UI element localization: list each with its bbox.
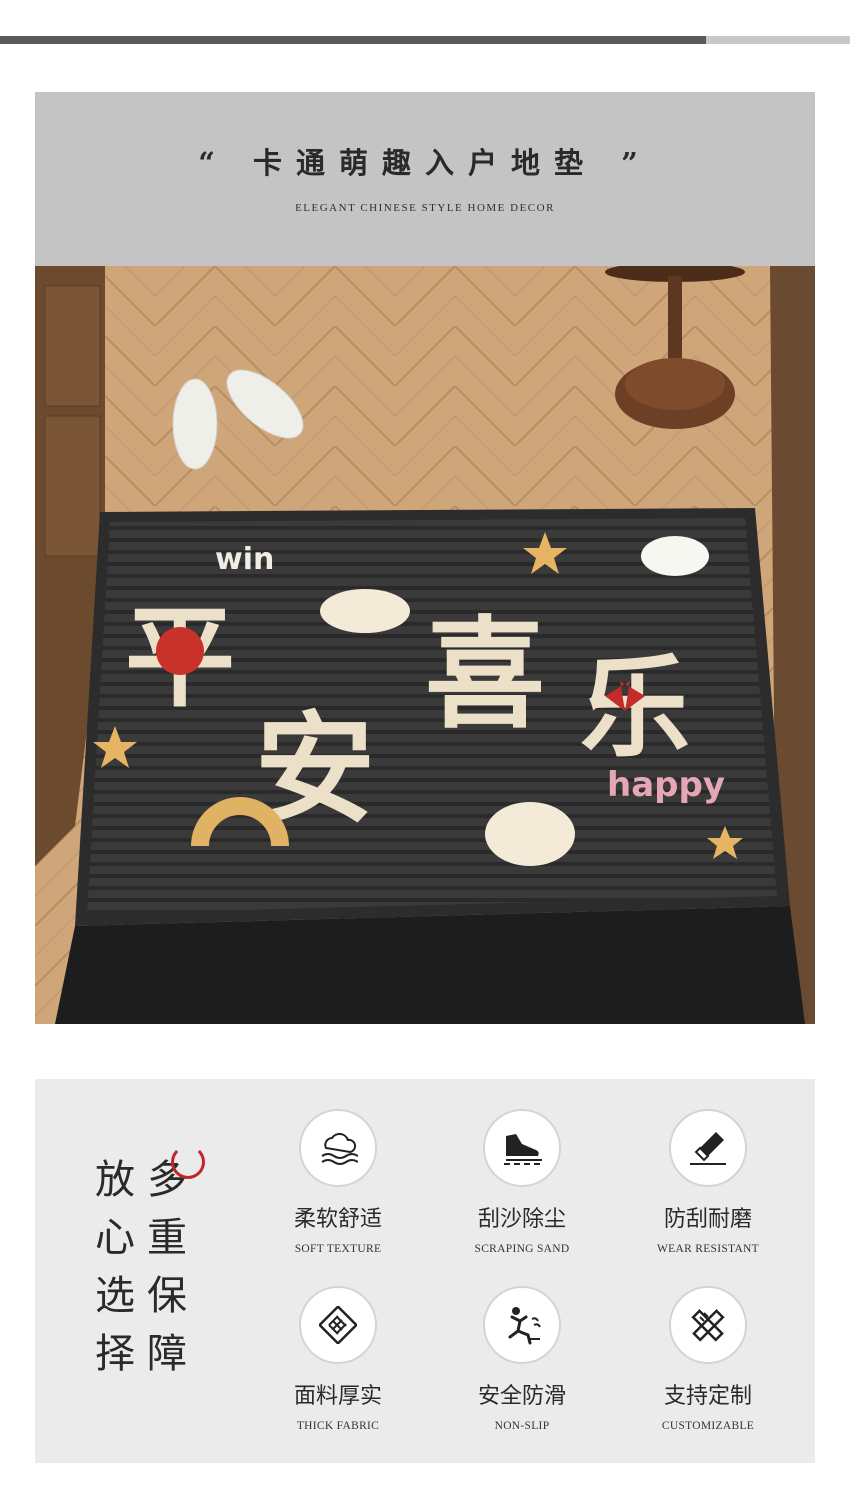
feature-scraping-sand: 刮沙除尘 SCRAPING SAND	[432, 1109, 612, 1255]
page-subtitle: ELEGANT CHINESE STYLE HOME DECOR	[295, 202, 555, 214]
feature-customizable: 支持定制 CUSTOMIZABLE	[618, 1286, 798, 1432]
feature-en-label: WEAR RESISTANT	[657, 1243, 759, 1255]
slogan-char: 障	[147, 1331, 187, 1377]
page-title: “ 卡通萌趣入户地垫 ”	[198, 146, 652, 180]
slogan-char: 心	[95, 1215, 135, 1261]
feature-cn-label: 刮沙除尘	[477, 1207, 566, 1232]
slogan-char: 保	[147, 1273, 187, 1319]
red-ring-decoration	[171, 1145, 205, 1179]
feature-cn-label: 面料厚实	[293, 1384, 382, 1409]
feature-non-slip: 安全防滑 NON-SLIP	[432, 1286, 612, 1432]
feature-en-label: CUSTOMIZABLE	[661, 1420, 755, 1432]
feature-cn-label: 支持定制	[663, 1384, 752, 1409]
mat-win-label: win	[215, 542, 274, 577]
feature-en-label: SOFT TEXTURE	[294, 1243, 382, 1255]
slogan-column-1: 放 心 选 择	[95, 1151, 143, 1383]
slogan-char: 放	[95, 1157, 135, 1203]
fabric-icon	[299, 1286, 377, 1364]
slogan-char: 选	[95, 1273, 135, 1319]
feature-cn-label: 柔软舒适	[293, 1207, 382, 1232]
feature-en-label: THICK FABRIC	[296, 1420, 380, 1432]
cloud-soft-icon	[299, 1109, 377, 1187]
feature-thick-fabric: 面料厚实 THICK FABRIC	[248, 1286, 428, 1432]
top-divider-light	[706, 36, 850, 44]
tools-icon	[669, 1286, 747, 1364]
shoe-icon	[483, 1109, 561, 1187]
feature-en-label: SCRAPING SAND	[474, 1243, 570, 1255]
knife-icon	[669, 1109, 747, 1187]
top-divider-dark	[0, 36, 706, 44]
doormat-scene-illustration: 平 安 喜 乐 win happy	[35, 266, 815, 1024]
slogan-column-2: 多 重 保 障	[147, 1151, 195, 1383]
mat-happy-label: happy	[607, 765, 725, 805]
feature-en-label: NON-SLIP	[494, 1420, 550, 1432]
slip-person-icon	[483, 1286, 561, 1364]
feature-cn-label: 防刮耐磨	[663, 1207, 752, 1232]
product-photo: 平 安 喜 乐 win happy	[35, 266, 815, 1024]
mat-char-3: 喜	[425, 606, 545, 745]
features-panel: 放 心 选 择 多 重 保 障 柔软舒适 SOFT TEXTURE 刮沙除尘 S…	[35, 1079, 815, 1463]
slogan-char: 择	[95, 1331, 135, 1377]
feature-wear-resistant: 防刮耐磨 WEAR RESISTANT	[618, 1109, 798, 1255]
mat-char-4: 乐	[580, 644, 690, 772]
feature-cn-label: 安全防滑	[477, 1384, 566, 1409]
header-panel: “ 卡通萌趣入户地垫 ” ELEGANT CHINESE STYLE HOME …	[35, 92, 815, 266]
slogan-char: 重	[147, 1215, 187, 1261]
feature-soft-texture: 柔软舒适 SOFT TEXTURE	[248, 1109, 428, 1255]
